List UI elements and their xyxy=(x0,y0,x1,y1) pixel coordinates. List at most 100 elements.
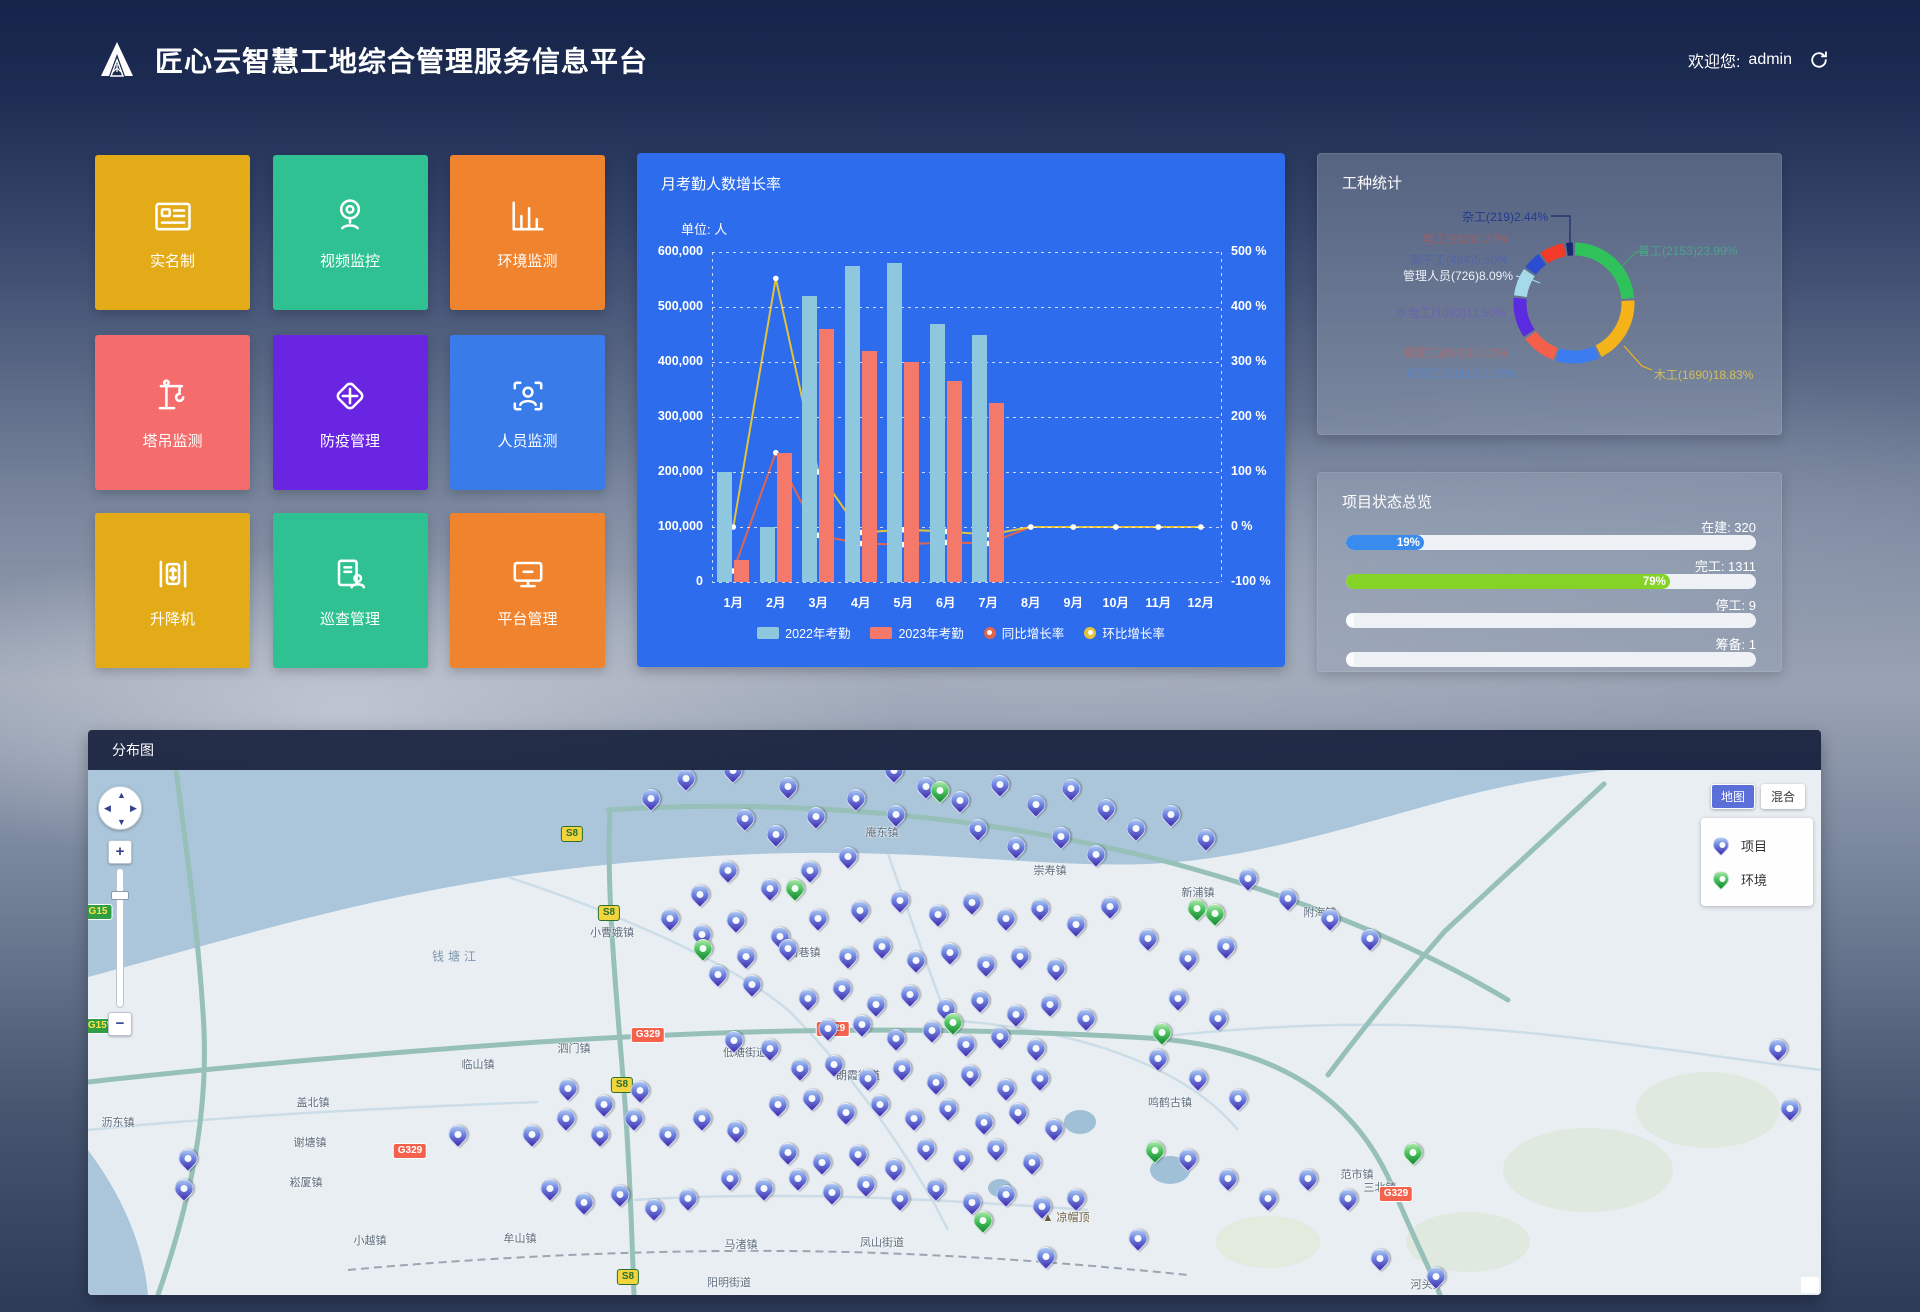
map-pin-project[interactable] xyxy=(969,819,988,838)
map-pin-project[interactable] xyxy=(923,1021,942,1040)
map-pin-project[interactable] xyxy=(853,1015,872,1034)
pan-up-icon[interactable]: ▲ xyxy=(117,790,126,800)
tile-idcard[interactable]: 实名制 xyxy=(95,155,250,310)
map-pin-project[interactable] xyxy=(661,909,680,928)
map-pin-project[interactable] xyxy=(1031,899,1050,918)
map-pin-project[interactable] xyxy=(709,965,728,984)
map-pin-project[interactable] xyxy=(1037,1247,1056,1266)
map-pin-project[interactable] xyxy=(1179,1149,1198,1168)
map-pin-project[interactable] xyxy=(595,1095,614,1114)
map-pin-project[interactable] xyxy=(1087,845,1106,864)
map-pin-project[interactable] xyxy=(1149,1049,1168,1068)
map-pin-project[interactable] xyxy=(927,1073,946,1092)
map-pin-project[interactable] xyxy=(1047,959,1066,978)
zoom-handle[interactable] xyxy=(111,891,129,900)
map-pin-project[interactable] xyxy=(1067,1189,1086,1208)
map-pin-project[interactable] xyxy=(825,1055,844,1074)
map-pin-project[interactable] xyxy=(1361,929,1380,948)
map-pin-project[interactable] xyxy=(631,1081,650,1100)
map-pin-project[interactable] xyxy=(905,1109,924,1128)
map-pin-project[interactable] xyxy=(761,1039,780,1058)
map-pin-project[interactable] xyxy=(997,909,1016,928)
map-pin-project[interactable] xyxy=(625,1109,644,1128)
map-pin-project[interactable] xyxy=(1041,995,1060,1014)
tile-inspect[interactable]: 巡查管理 xyxy=(273,513,428,668)
map-pin-project[interactable] xyxy=(1097,799,1116,818)
map-pin-project[interactable] xyxy=(449,1125,468,1144)
map-pin-project[interactable] xyxy=(929,905,948,924)
map-pin-project[interactable] xyxy=(873,937,892,956)
map-pin-project[interactable] xyxy=(611,1185,630,1204)
map-pin-environment[interactable] xyxy=(694,939,713,958)
map-pin-project[interactable] xyxy=(997,1079,1016,1098)
map-pin-project[interactable] xyxy=(819,1019,838,1038)
map-pin-project[interactable] xyxy=(977,955,996,974)
map-pin-project[interactable] xyxy=(541,1179,560,1198)
map-pin-project[interactable] xyxy=(1033,1197,1052,1216)
map-pin-project[interactable] xyxy=(761,879,780,898)
map-pin-environment[interactable] xyxy=(974,1211,993,1230)
map-pin-project[interactable] xyxy=(851,901,870,920)
map-pin-project[interactable] xyxy=(1279,889,1298,908)
map-pin-project[interactable] xyxy=(725,1031,744,1050)
map-pin-project[interactable] xyxy=(803,1089,822,1108)
map-pin-project[interactable] xyxy=(724,770,743,780)
map-pin-project[interactable] xyxy=(1169,989,1188,1008)
map-pin-project[interactable] xyxy=(1769,1039,1788,1058)
map-pin-project[interactable] xyxy=(807,807,826,826)
map-pin-project[interactable] xyxy=(953,1149,972,1168)
map-pin-project[interactable] xyxy=(859,1069,878,1088)
map-pin-project[interactable] xyxy=(885,770,904,780)
map-pin-project[interactable] xyxy=(559,1079,578,1098)
map-pin-project[interactable] xyxy=(1045,1119,1064,1138)
map-pin-project[interactable] xyxy=(871,1095,890,1114)
map-pin-project[interactable] xyxy=(1339,1189,1358,1208)
map-pin-project[interactable] xyxy=(813,1153,832,1172)
map-pin-project[interactable] xyxy=(1162,805,1181,824)
map-pin-project[interactable] xyxy=(779,1143,798,1162)
map-pin-project[interactable] xyxy=(809,909,828,928)
map-pin-project[interactable] xyxy=(769,1095,788,1114)
map-type-button-地图[interactable]: 地图 xyxy=(1711,784,1755,809)
map-canvas[interactable]: 庵东镇崇寿镇新浦镇附海镇小曹娥镇周巷镇低塘街道朗霞街道泗门镇临山镇马渚镇牟山镇凤… xyxy=(88,770,1821,1295)
map-pin-project[interactable] xyxy=(1011,947,1030,966)
map-pin-project[interactable] xyxy=(727,911,746,930)
map-pin-project[interactable] xyxy=(1321,909,1340,928)
map-type-button-混合[interactable]: 混合 xyxy=(1761,784,1805,809)
map-pin-project[interactable] xyxy=(1229,1089,1248,1108)
tile-elevator[interactable]: 升降机 xyxy=(95,513,250,668)
map-pin-project[interactable] xyxy=(957,1035,976,1054)
map-pin-project[interactable] xyxy=(1062,779,1081,798)
map-pin-project[interactable] xyxy=(939,1099,958,1118)
map-pin-project[interactable] xyxy=(1299,1169,1318,1188)
map-pin-project[interactable] xyxy=(1007,1005,1026,1024)
map-pin-project[interactable] xyxy=(523,1125,542,1144)
map-pin-project[interactable] xyxy=(1139,929,1158,948)
pan-down-icon[interactable]: ▼ xyxy=(117,817,126,827)
map-pin-project[interactable] xyxy=(1239,869,1258,888)
map-pin-project[interactable] xyxy=(1077,1009,1096,1028)
tile-shieldcross[interactable]: 防疫管理 xyxy=(273,335,428,490)
map-pin-project[interactable] xyxy=(1067,915,1086,934)
legend-item[interactable]: 环比增长率 xyxy=(1084,623,1165,642)
map-pin-project[interactable] xyxy=(789,1169,808,1188)
map-pin-project[interactable] xyxy=(1127,819,1146,838)
map-pin-project[interactable] xyxy=(891,891,910,910)
map-pin-project[interactable] xyxy=(557,1109,576,1128)
map-pin-project[interactable] xyxy=(847,789,866,808)
map-pin-project[interactable] xyxy=(1027,1039,1046,1058)
map-pin-project[interactable] xyxy=(971,991,990,1010)
map-pin-project[interactable] xyxy=(736,809,755,828)
map-pin-project[interactable] xyxy=(991,1027,1010,1046)
map-pin-project[interactable] xyxy=(767,825,786,844)
map-pin-project[interactable] xyxy=(1217,937,1236,956)
map-pin-project[interactable] xyxy=(941,943,960,962)
map-pin-project[interactable] xyxy=(1781,1099,1800,1118)
map-pin-project[interactable] xyxy=(1259,1189,1278,1208)
map-pin-project[interactable] xyxy=(779,939,798,958)
map-pin-environment[interactable] xyxy=(944,1013,963,1032)
map-pin-project[interactable] xyxy=(799,989,818,1008)
map-pin-project[interactable] xyxy=(857,1175,876,1194)
map-pin-project[interactable] xyxy=(691,885,710,904)
map-pin-project[interactable] xyxy=(1427,1267,1446,1286)
